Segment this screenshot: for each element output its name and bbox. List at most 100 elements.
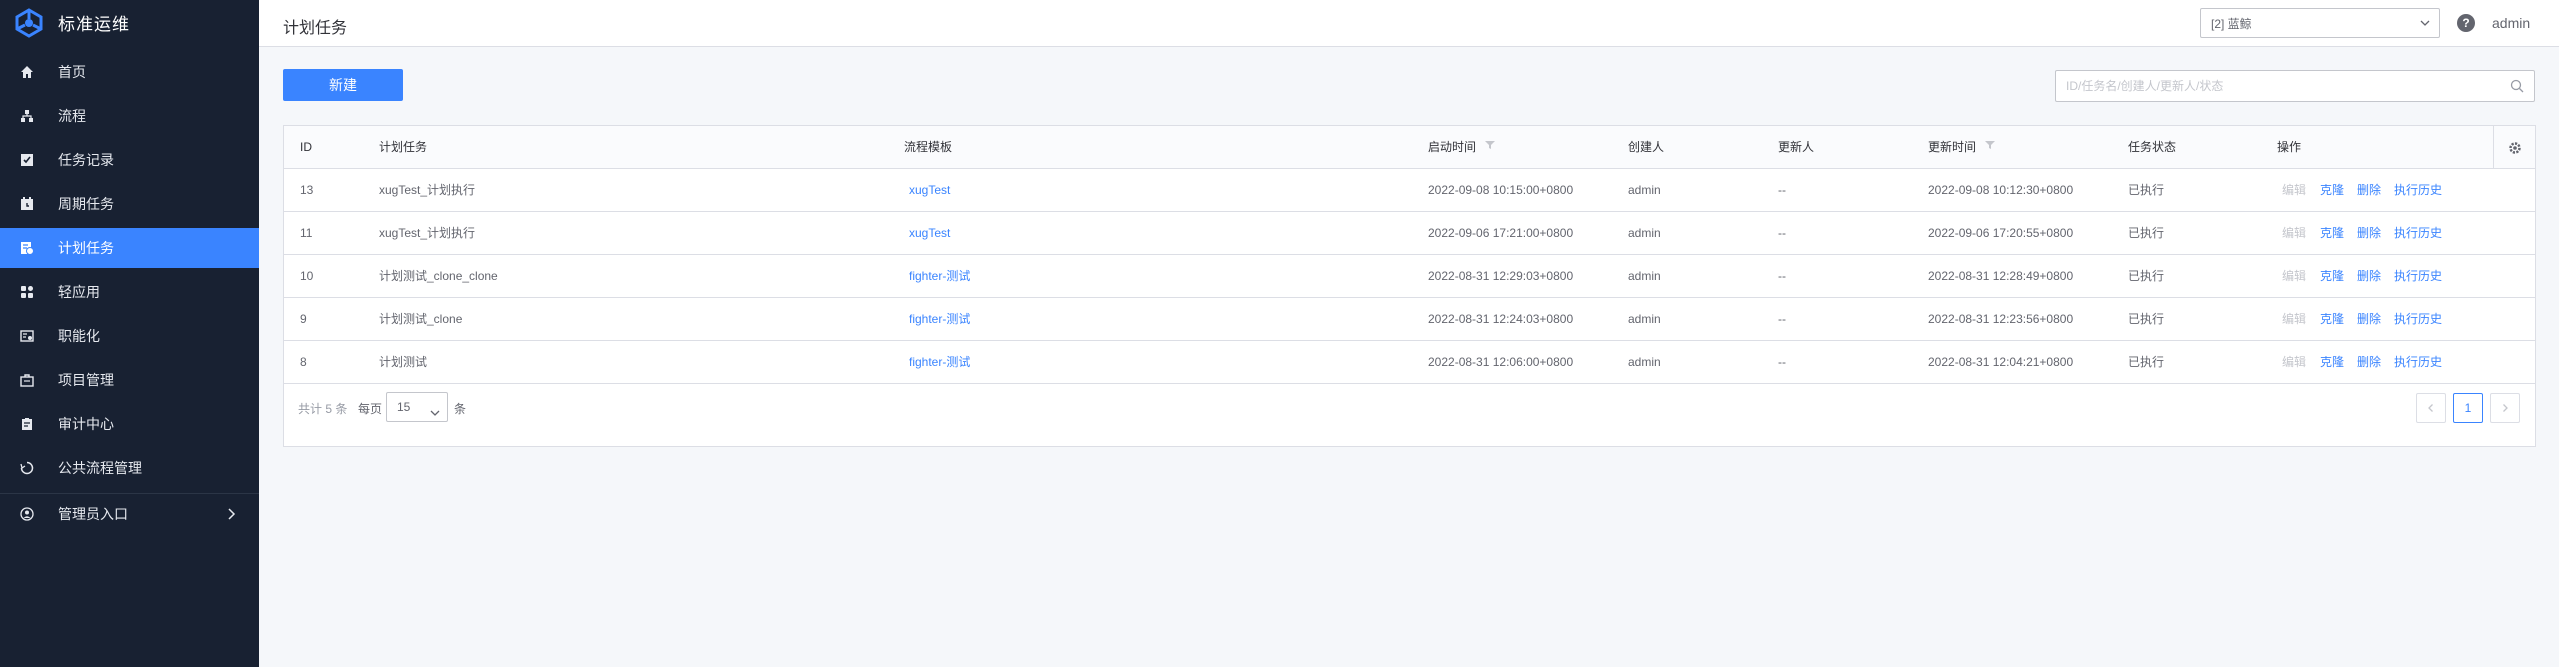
logo-icon — [14, 7, 44, 38]
table-row: 10 计划测试_clone_clone fighter-测试 2022-08-3… — [284, 255, 2535, 298]
cell-template-link[interactable]: fighter-测试 — [909, 255, 970, 297]
cell-name: 计划测试_clone_clone — [379, 269, 498, 283]
cell-id: 11 — [300, 226, 313, 240]
cell-creator: admin — [1628, 355, 1661, 369]
filter-icon[interactable] — [1985, 125, 1996, 168]
cell-editor: -- — [1778, 183, 1786, 197]
delete-button[interactable]: 删除 — [2357, 341, 2381, 383]
cell-status: 已执行 — [2128, 183, 2165, 197]
scheduled-task-table: ID 计划任务 流程模板 启动时间 创建人 更新人 更新时间 任务状态 操作 1… — [283, 125, 2536, 447]
chevron-down-icon — [2419, 17, 2431, 32]
sidebar-item-project-management[interactable]: 项目管理 — [0, 360, 259, 400]
delete-button[interactable]: 删除 — [2357, 212, 2381, 254]
scheduled-task-icon — [18, 239, 36, 257]
sidebar-item-light-app[interactable]: 轻应用 — [0, 272, 259, 312]
column-header-start-time: 启动时间 — [1428, 125, 1496, 169]
sidebar-item-audit[interactable]: 审计中心 — [0, 404, 259, 444]
table-row: 13 xugTest_计划执行 xugTest 2022-09-08 10:15… — [284, 169, 2535, 212]
admin-icon — [18, 505, 36, 523]
history-button[interactable]: 执行历史 — [2394, 341, 2442, 383]
top-header: 计划任务 [2] 蓝鲸 ? admin — [259, 0, 2559, 47]
next-page-button[interactable] — [2490, 393, 2520, 423]
cell-editor: -- — [1778, 312, 1786, 326]
sidebar-item-label: 计划任务 — [58, 240, 114, 256]
search-icon[interactable] — [2510, 79, 2524, 98]
new-button[interactable]: 新建 — [283, 69, 403, 101]
sidebar-item-label: 首页 — [58, 64, 86, 80]
cell-update-time: 2022-09-08 10:12:30+0800 — [1928, 183, 2074, 197]
cell-id: 8 — [300, 355, 307, 369]
cell-status: 已执行 — [2128, 355, 2165, 369]
pagination: 共计 5 条 每页 15 条 1 — [284, 383, 2535, 433]
search-input[interactable] — [2056, 71, 2496, 101]
edit-button[interactable]: 编辑 — [2282, 255, 2306, 297]
home-icon — [18, 63, 36, 81]
sidebar-item-label: 公共流程管理 — [58, 460, 142, 476]
sidebar-item-label: 管理员入口 — [58, 506, 128, 522]
column-header-template: 流程模板 — [904, 140, 953, 154]
page-button-current[interactable]: 1 — [2453, 393, 2483, 423]
cell-template-link[interactable]: xugTest — [909, 169, 950, 211]
user-menu[interactable]: admin — [2492, 15, 2530, 31]
edit-button[interactable]: 编辑 — [2282, 341, 2306, 383]
cell-update-time: 2022-08-31 12:04:21+0800 — [1928, 355, 2074, 369]
delete-button[interactable]: 删除 — [2357, 169, 2381, 211]
clone-button[interactable]: 克隆 — [2320, 255, 2344, 297]
cell-start-time: 2022-08-31 12:24:03+0800 — [1428, 312, 1574, 326]
cell-editor: -- — [1778, 355, 1786, 369]
sidebar: 标准运维 首页 流程 任务记录 周期任务 计划任务 轻应用 职能化 项目管理 审… — [0, 0, 259, 667]
cell-template-link[interactable]: xugTest — [909, 212, 950, 254]
project-select-value: [2] 蓝鲸 — [2211, 16, 2252, 31]
clone-button[interactable]: 克隆 — [2320, 212, 2344, 254]
sidebar-item-scheduled-task[interactable]: 计划任务 — [0, 228, 259, 268]
cell-name: xugTest_计划执行 — [379, 226, 476, 240]
audit-icon — [18, 415, 36, 433]
sidebar-item-periodic-task[interactable]: 周期任务 — [0, 184, 259, 224]
history-button[interactable]: 执行历史 — [2394, 169, 2442, 211]
edit-button[interactable]: 编辑 — [2282, 169, 2306, 211]
cell-template-link[interactable]: fighter-测试 — [909, 298, 970, 340]
sidebar-item-label: 轻应用 — [58, 284, 100, 300]
prev-page-button[interactable] — [2416, 393, 2446, 423]
per-page-select[interactable]: 15 — [386, 392, 448, 422]
sidebar-item-label: 任务记录 — [58, 152, 114, 168]
page-title: 计划任务 — [283, 20, 348, 37]
project-select[interactable]: [2] 蓝鲸 — [2200, 8, 2440, 38]
sidebar-item-flow[interactable]: 流程 — [0, 96, 259, 136]
column-header-label: 更新时间 — [1928, 140, 1977, 154]
table-header: ID 计划任务 流程模板 启动时间 创建人 更新人 更新时间 任务状态 操作 — [284, 126, 2535, 169]
cell-editor: -- — [1778, 226, 1786, 240]
app-logo[interactable]: 标准运维 — [0, 0, 259, 45]
history-button[interactable]: 执行历史 — [2394, 298, 2442, 340]
column-header-name: 计划任务 — [379, 140, 428, 154]
column-header-creator: 创建人 — [1628, 140, 1665, 154]
edit-button[interactable]: 编辑 — [2282, 298, 2306, 340]
sidebar-item-home[interactable]: 首页 — [0, 52, 259, 92]
cell-update-time: 2022-09-06 17:20:55+0800 — [1928, 226, 2074, 240]
history-button[interactable]: 执行历史 — [2394, 212, 2442, 254]
history-button[interactable]: 执行历史 — [2394, 255, 2442, 297]
clone-button[interactable]: 克隆 — [2320, 298, 2344, 340]
cell-id: 10 — [300, 269, 314, 283]
per-page-value: 15 — [397, 400, 411, 414]
cell-editor: -- — [1778, 269, 1786, 283]
search-box — [2055, 70, 2535, 102]
clone-button[interactable]: 克隆 — [2320, 169, 2344, 211]
cell-template-link[interactable]: fighter-测试 — [909, 341, 970, 383]
clone-button[interactable]: 克隆 — [2320, 341, 2344, 383]
edit-button[interactable]: 编辑 — [2282, 212, 2306, 254]
sidebar-item-task-record[interactable]: 任务记录 — [0, 140, 259, 180]
sidebar-item-label: 周期任务 — [58, 196, 114, 212]
table-settings-icon[interactable] — [2493, 126, 2535, 169]
cell-id: 9 — [300, 312, 307, 326]
cell-name: xugTest_计划执行 — [379, 183, 476, 197]
app-title: 标准运维 — [58, 15, 130, 34]
sidebar-item-admin[interactable]: 管理员入口 — [0, 494, 259, 534]
delete-button[interactable]: 删除 — [2357, 255, 2381, 297]
delete-button[interactable]: 删除 — [2357, 298, 2381, 340]
sidebar-item-common-flow[interactable]: 公共流程管理 — [0, 448, 259, 488]
sidebar-item-label: 项目管理 — [58, 372, 114, 388]
filter-icon[interactable] — [1485, 125, 1496, 168]
help-icon[interactable]: ? — [2457, 14, 2475, 32]
sidebar-item-functional[interactable]: 职能化 — [0, 316, 259, 356]
